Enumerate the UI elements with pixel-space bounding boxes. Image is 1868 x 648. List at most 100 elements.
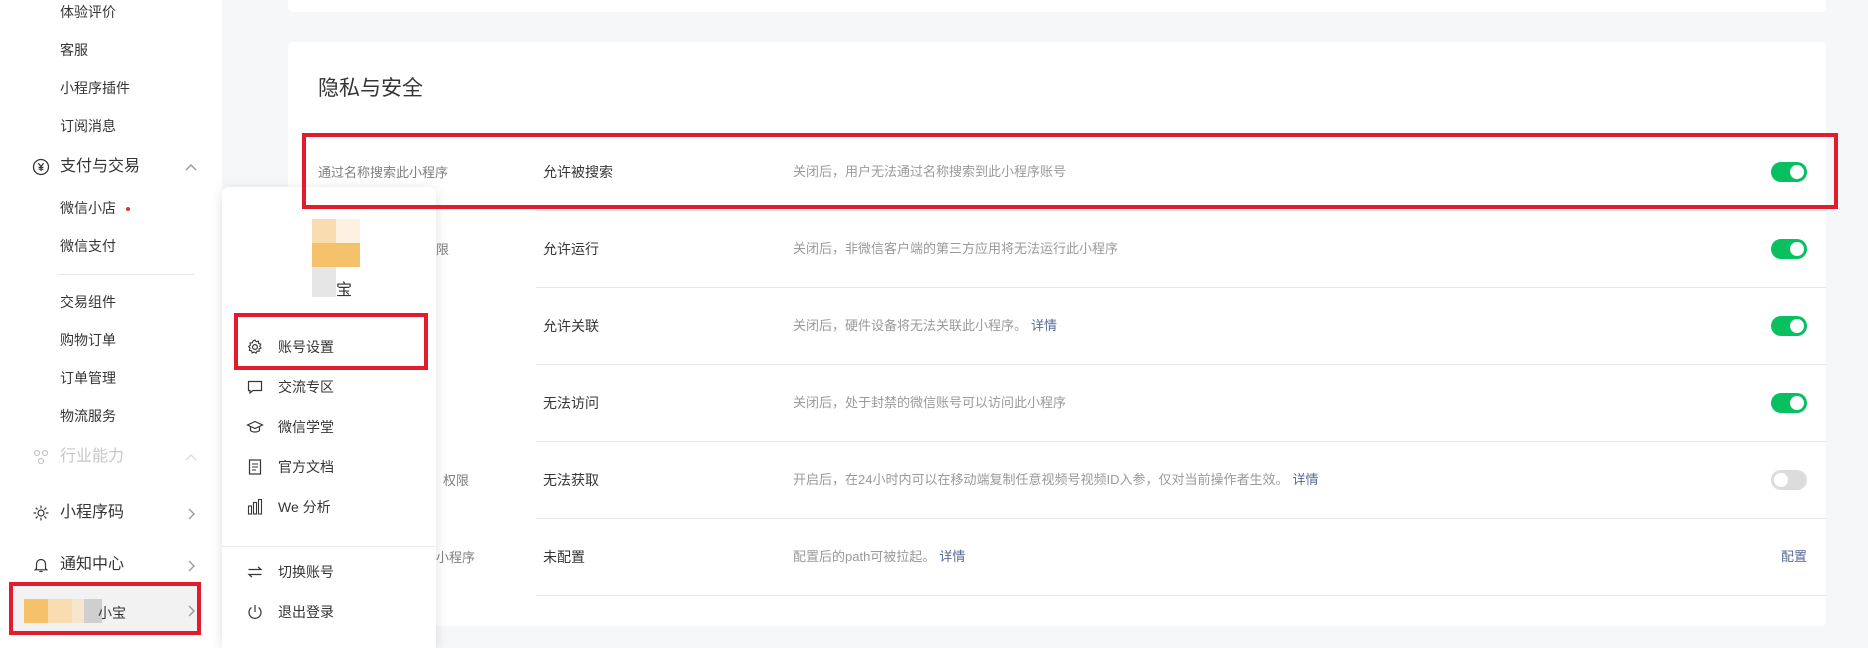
toggle-knob xyxy=(1790,165,1804,179)
setting-value: 无法获取 xyxy=(543,472,599,488)
banned-access-toggle[interactable] xyxy=(1771,393,1807,413)
menu-item-label: 退出登录 xyxy=(278,604,334,620)
menu-switch-account[interactable]: 切换账号 xyxy=(246,562,334,582)
toggle-knob xyxy=(1790,319,1804,333)
video-id-copy-toggle[interactable] xyxy=(1771,470,1807,490)
row-divider xyxy=(536,518,1826,519)
sidebar-item-logistics[interactable]: 物流服务 xyxy=(60,406,116,426)
menu-item-label: 微信学堂 xyxy=(278,419,334,435)
switch-arrows-icon xyxy=(246,563,264,581)
sidebar-item-plugins[interactable]: 小程序插件 xyxy=(60,78,130,98)
bell-icon xyxy=(32,556,50,574)
menu-community[interactable]: 交流专区 xyxy=(246,377,334,397)
sidebar-divider xyxy=(58,274,194,275)
description-text: 配置后的path可被拉起。 xyxy=(793,549,936,564)
sidebar-group-payment[interactable]: 支付与交易 xyxy=(32,156,140,178)
top-card xyxy=(288,0,1826,12)
chevron-right-icon[interactable] xyxy=(184,507,198,521)
sun-burst-icon xyxy=(32,504,50,522)
chevron-right-icon[interactable] xyxy=(184,559,198,573)
setting-value: 允许运行 xyxy=(543,241,599,257)
menu-item-label: 切换账号 xyxy=(278,564,334,580)
power-icon xyxy=(246,603,264,621)
third-party-run-toggle[interactable] xyxy=(1771,239,1807,259)
yen-circle-icon xyxy=(32,158,50,176)
search-by-name-toggle[interactable] xyxy=(1771,162,1807,182)
setting-value: 允许被搜索 xyxy=(543,164,613,180)
sidebar-item-subscription-messages[interactable]: 订阅消息 xyxy=(60,116,116,136)
menu-we-analytics[interactable]: We 分析 xyxy=(246,497,331,517)
chat-bubble-icon xyxy=(246,378,264,396)
setting-description: 开启后，在24小时内可以在移动端复制任意视频号视频ID入参，仅对当前操作者生效。… xyxy=(793,470,1318,490)
setting-description: 关闭后，硬件设备将无法关联此小程序。 详情 xyxy=(793,316,1057,336)
sidebar-group-notifications[interactable]: 通知中心 xyxy=(32,554,124,576)
section-title: 隐私与安全 xyxy=(318,77,423,100)
details-link[interactable]: 详情 xyxy=(1031,318,1057,333)
sidebar-item-trade-components[interactable]: 交易组件 xyxy=(60,292,116,312)
setting-label: 权限 xyxy=(443,473,470,488)
sidebar-group-label: 行业能力 xyxy=(60,448,125,465)
setting-value: 未配置 xyxy=(543,549,585,565)
sidebar-item-wechat-pay[interactable]: 微信支付 xyxy=(60,236,116,256)
setting-value: 无法访问 xyxy=(543,395,599,411)
row-divider xyxy=(536,287,1826,288)
details-link[interactable]: 详情 xyxy=(939,549,965,564)
setting-value: 允许关联 xyxy=(543,318,599,334)
chevron-right-icon xyxy=(188,605,195,617)
row-divider xyxy=(536,595,1826,596)
description-text: 关闭后，用户无法通过名称搜索到此小程序账号 xyxy=(793,164,1067,179)
sidebar: 体验评价 客服 小程序插件 订阅消息 支付与交易 微信小店 微信支付 交易组件 … xyxy=(0,0,222,648)
setting-label: 小程序 xyxy=(436,550,476,565)
sidebar-item-wechat-store[interactable]: 微信小店 xyxy=(60,198,130,218)
sidebar-item-experience-review[interactable]: 体验评价 xyxy=(60,2,116,22)
graduation-cap-icon xyxy=(246,418,264,436)
gear-icon xyxy=(246,338,264,356)
setting-description: 关闭后，处于封禁的微信账号可以访问此小程序 xyxy=(793,393,1066,413)
new-badge-dot xyxy=(126,207,130,212)
details-link[interactable]: 详情 xyxy=(1292,472,1318,487)
setting-label: 限 xyxy=(436,242,450,257)
current-account-button[interactable]: 小宝 xyxy=(12,585,198,633)
analytics-bars-icon xyxy=(246,498,264,516)
menu-item-label: 账号设置 xyxy=(278,339,334,355)
industry-icon xyxy=(32,448,50,466)
sidebar-item-order-management[interactable]: 订单管理 xyxy=(60,368,116,388)
sidebar-group-label: 小程序码 xyxy=(60,504,125,521)
menu-account-settings[interactable]: 账号设置 xyxy=(246,337,334,357)
sidebar-group-qrcode[interactable]: 小程序码 xyxy=(32,502,124,524)
toggle-knob xyxy=(1790,396,1804,410)
menu-item-label: 官方文档 xyxy=(278,459,334,475)
sidebar-item-customer-service[interactable]: 客服 xyxy=(60,40,88,60)
document-icon xyxy=(246,458,264,476)
row-divider xyxy=(536,441,1826,442)
toggle-knob xyxy=(1774,473,1788,487)
description-text: 关闭后，处于封禁的微信账号可以访问此小程序 xyxy=(793,395,1067,410)
toggle-knob xyxy=(1790,242,1804,256)
configure-link[interactable]: 配置 xyxy=(1781,547,1807,567)
hardware-link-toggle[interactable] xyxy=(1771,316,1807,336)
menu-item-label: 交流专区 xyxy=(278,379,334,395)
row-divider xyxy=(536,364,1826,365)
description-text: 开启后，在24小时内可以在移动端复制任意视频号视频ID入参，仅对当前操作者生效。 xyxy=(793,472,1289,487)
setting-description: 关闭后，非微信客户端的第三方应用将无法运行此小程序 xyxy=(793,239,1118,259)
account-name: 宝 xyxy=(336,282,353,299)
sidebar-item-label: 微信小店 xyxy=(60,200,116,216)
chevron-up-icon[interactable] xyxy=(184,161,198,175)
menu-item-label: We 分析 xyxy=(278,499,331,515)
description-text: 关闭后，非微信客户端的第三方应用将无法运行此小程序 xyxy=(793,241,1119,256)
sidebar-group-label: 通知中心 xyxy=(60,556,125,573)
sidebar-group-label: 支付与交易 xyxy=(60,158,141,175)
setting-description: 关闭后，用户无法通过名称搜索到此小程序账号 xyxy=(793,162,1066,182)
sidebar-item-shopping-orders[interactable]: 购物订单 xyxy=(60,330,116,350)
account-name: 小宝 xyxy=(98,605,126,621)
description-text: 关闭后，硬件设备将无法关联此小程序。 xyxy=(793,318,1028,333)
menu-divider xyxy=(222,546,436,547)
menu-logout[interactable]: 退出登录 xyxy=(246,602,334,622)
chevron-up-icon[interactable] xyxy=(184,451,198,465)
row-divider xyxy=(536,210,1826,211)
menu-wechat-academy[interactable]: 微信学堂 xyxy=(246,417,334,437)
setting-description: 配置后的path可被拉起。 详情 xyxy=(793,547,965,567)
setting-label: 通过名称搜索此小程序 xyxy=(318,165,449,180)
sidebar-group-industry[interactable]: 行业能力 xyxy=(32,446,124,468)
menu-official-docs[interactable]: 官方文档 xyxy=(246,457,334,477)
